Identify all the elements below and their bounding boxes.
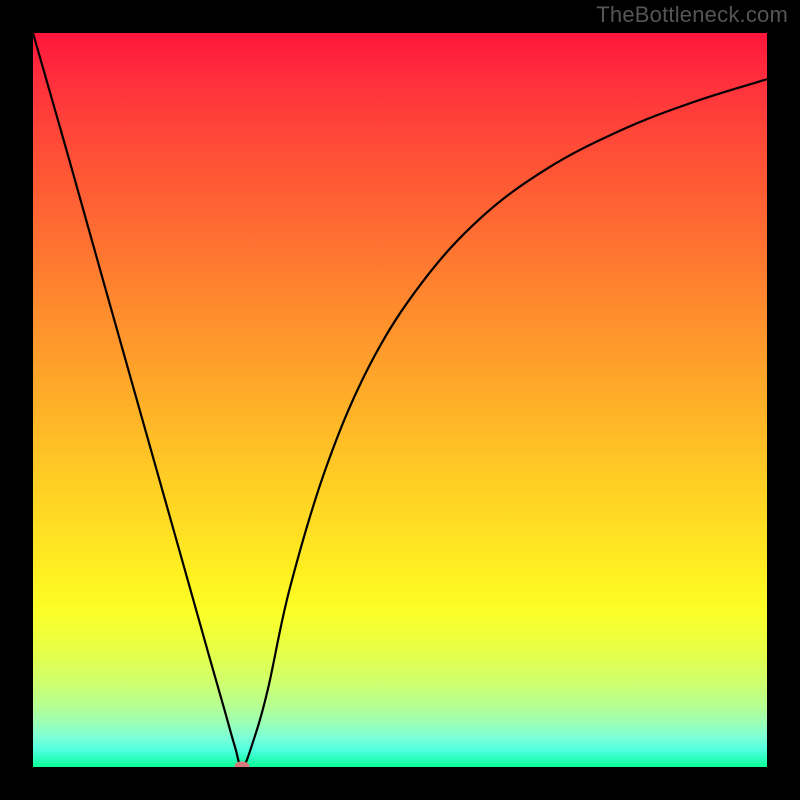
bottleneck-curve bbox=[33, 33, 767, 767]
curve-path bbox=[33, 33, 767, 767]
plot-area bbox=[33, 33, 767, 767]
watermark-text: TheBottleneck.com bbox=[596, 2, 788, 28]
chart-frame: TheBottleneck.com bbox=[0, 0, 800, 800]
minimum-marker bbox=[235, 762, 250, 768]
